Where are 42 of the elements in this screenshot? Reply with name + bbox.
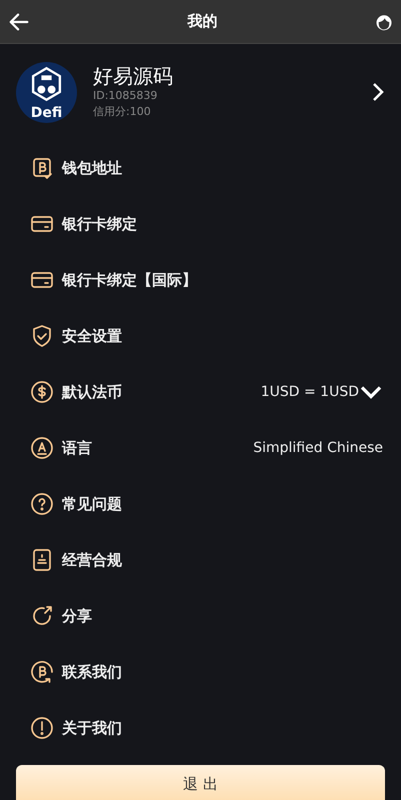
- avatar-label: Defi: [30, 106, 64, 120]
- menu-item[interactable]: 经营合规: [0, 532, 401, 588]
- menu-item[interactable]: 常见问题: [0, 476, 401, 532]
- menu-label: 分享: [62, 606, 93, 627]
- dollar-icon: [30, 380, 54, 404]
- menu-item[interactable]: 银行卡绑定【国际】: [0, 252, 401, 308]
- menu-item[interactable]: 关于我们: [0, 700, 401, 756]
- logout-button[interactable]: 退 出: [16, 765, 385, 800]
- menu-label: 银行卡绑定【国际】: [62, 270, 198, 291]
- menu-item[interactable]: 银行卡绑定: [0, 196, 401, 252]
- document-icon: [30, 548, 54, 572]
- info-icon: [30, 716, 54, 740]
- back-button[interactable]: [8, 10, 30, 32]
- menu-value: 1USD = 1USD: [260, 382, 359, 402]
- credit-score: 信用分:100: [93, 104, 152, 120]
- user-name: 好易源码: [93, 64, 174, 88]
- customer-service-button[interactable]: [375, 12, 393, 30]
- menu-item[interactable]: 联系我们: [0, 644, 401, 700]
- menu-item[interactable]: 默认法币 1USD = 1USD: [0, 364, 401, 420]
- menu-label: 默认法币: [62, 382, 123, 403]
- menu-label: 银行卡绑定: [62, 214, 138, 235]
- share-icon: [30, 604, 54, 628]
- menu-item[interactable]: 安全设置: [0, 308, 401, 364]
- menu-value: Simplified Chinese: [253, 438, 383, 458]
- shield-icon: [30, 324, 54, 348]
- bitcoin-document-icon: [30, 156, 54, 180]
- bitcoin-coin-icon: [30, 660, 54, 684]
- menu-label: 常见问题: [62, 494, 123, 515]
- chevron-right-button[interactable]: [371, 82, 385, 102]
- menu-label: 安全设置: [62, 326, 123, 347]
- menu-item[interactable]: 分享: [0, 588, 401, 644]
- menu-item[interactable]: 语言 Simplified Chinese: [0, 420, 401, 476]
- menu-item[interactable]: 钱包地址: [0, 140, 401, 196]
- menu-label: 钱包地址: [62, 158, 123, 179]
- menu-label: 联系我们: [62, 662, 123, 683]
- menu-label: 经营合规: [62, 550, 123, 571]
- page-title: 我的: [188, 11, 218, 32]
- menu-label: 语言: [62, 438, 93, 459]
- menu-label: 关于我们: [62, 718, 123, 739]
- question-icon: [30, 492, 54, 516]
- user-id: ID:1085839: [93, 88, 158, 104]
- letter-a-icon: [30, 436, 54, 460]
